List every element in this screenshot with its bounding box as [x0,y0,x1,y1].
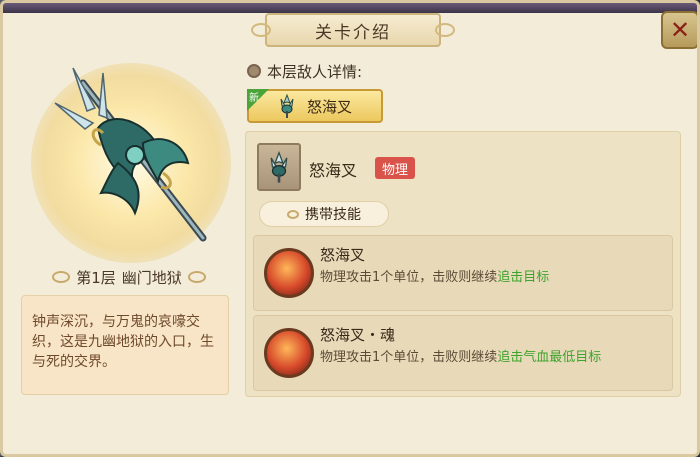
floor-number: 第1层 [76,268,116,287]
enemy-tab[interactable]: 新 怒海叉 [247,89,383,123]
enemy-portrait-icon [270,150,288,183]
skills-swirl-icon [287,209,299,219]
skill-description: 物理攻击1个单位，击败则继续追击气血最低目标 [320,346,601,365]
enemy-section-header: 本层敌人详情: [247,61,362,81]
swirl-ornament-right-icon [187,271,206,283]
skill-name: 怒海叉 [320,246,366,264]
enemy-section-label: 本层敌人详情: [267,62,363,81]
skills-header: 携带技能 [259,201,389,227]
floor-description-box: 钟声深沉，与万鬼的哀嚎交织，这是九幽地狱的入口，生与死的交界。 [21,295,229,395]
skill-name: 怒海叉・魂 [320,326,396,344]
skills-label: 携带技能 [305,207,361,223]
title-ornament-left [251,23,271,37]
skill-desc-highlight: 追击目标 [497,270,550,285]
skill-fire-icon [264,248,314,298]
skill-desc-text: 物理攻击1个单位，击败则继续 [320,270,498,285]
skill-fire-icon [264,328,314,378]
trident-weapon-illustration [54,67,207,242]
enemy-portrait [257,143,301,191]
swirl-ornament-left-icon [52,271,71,283]
skill-desc-highlight: 追击气血最低目标 [497,350,602,365]
skill-description: 物理攻击1个单位，击败则继续追击目标 [320,266,549,285]
title-ornament-right [435,23,455,37]
panel-title-plate: 关卡介绍 [251,13,455,47]
damage-type-badge: 物理 [375,157,415,179]
new-badge: 新 [247,89,269,111]
floor-description: 钟声深沉，与万鬼的哀嚎交织，这是九幽地狱的入口，生与死的交界。 [32,314,214,370]
skill-row[interactable]: 怒海叉 物理攻击1个单位，击败则继续追击目标 [253,235,673,311]
trident-mini-icon [280,93,294,118]
floor-name: 幽门地狱 [121,268,182,287]
skill-row[interactable]: 怒海叉・魂 物理攻击1个单位，击败则继续追击气血最低目标 [253,315,673,391]
panel-top-frame [3,3,697,13]
close-button[interactable]: ✕ [661,11,697,49]
enemy-tab-label: 怒海叉 [307,97,353,116]
close-icon: ✕ [669,16,691,44]
skill-desc-text: 物理攻击1个单位，击败则继续 [320,350,498,365]
panel-title: 关卡介绍 [315,22,391,43]
enemy-name: 怒海叉 [309,161,358,180]
section-bullet-icon [247,64,261,78]
floor-label: 第1层 幽门地狱 [31,263,227,291]
stage-intro-panel: 关卡介绍 ✕ 第1层 幽门地狱 钟声深沉，与万鬼的哀嚎交织，这是九幽地狱的入口，… [0,0,700,457]
